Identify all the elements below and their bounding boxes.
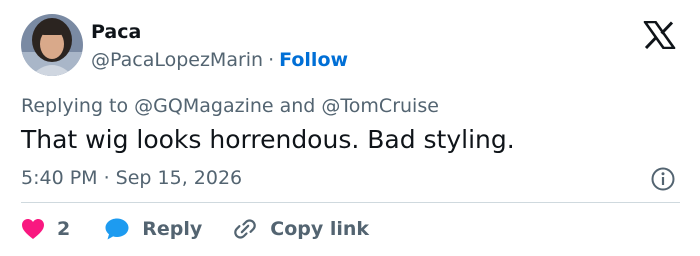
divider	[21, 202, 680, 203]
author-handle-line: @PacaLopezMarin · Follow	[91, 48, 348, 72]
reply-button[interactable]: Reply	[104, 217, 202, 241]
replying-to-conjunction: and	[279, 95, 316, 117]
avatar-image	[21, 14, 83, 76]
follow-button[interactable]: Follow	[279, 49, 348, 71]
heart-icon	[22, 219, 44, 239]
replying-to: Replying to @GQMagazine and @TomCruise	[21, 94, 439, 118]
like-button[interactable]: 2	[21, 218, 70, 240]
mention-gqmagazine[interactable]: @GQMagazine	[134, 95, 273, 117]
author-name[interactable]: Paca	[91, 20, 141, 44]
copy-link-label: Copy link	[270, 218, 370, 240]
copy-link-button[interactable]: Copy link	[232, 216, 369, 242]
tweet-text: That wig looks horrendous. Bad styling.	[21, 125, 515, 154]
reply-label: Reply	[142, 218, 203, 240]
info-icon[interactable]	[650, 166, 676, 192]
avatar[interactable]	[21, 14, 83, 76]
like-count: 2	[57, 218, 71, 240]
author-handle[interactable]: @PacaLopezMarin	[91, 49, 263, 71]
mention-tomcruise[interactable]: @TomCruise	[321, 95, 439, 117]
speech-bubble-icon	[105, 218, 129, 240]
x-logo-icon[interactable]	[642, 21, 676, 49]
tweet-timestamp[interactable]: 5:40 PM · Sep 15, 2026	[21, 166, 242, 190]
replying-to-prefix: Replying to	[21, 95, 129, 117]
separator-dot: ·	[268, 49, 275, 71]
link-icon	[234, 219, 257, 239]
action-bar: 2 Reply Copy link	[21, 214, 369, 244]
